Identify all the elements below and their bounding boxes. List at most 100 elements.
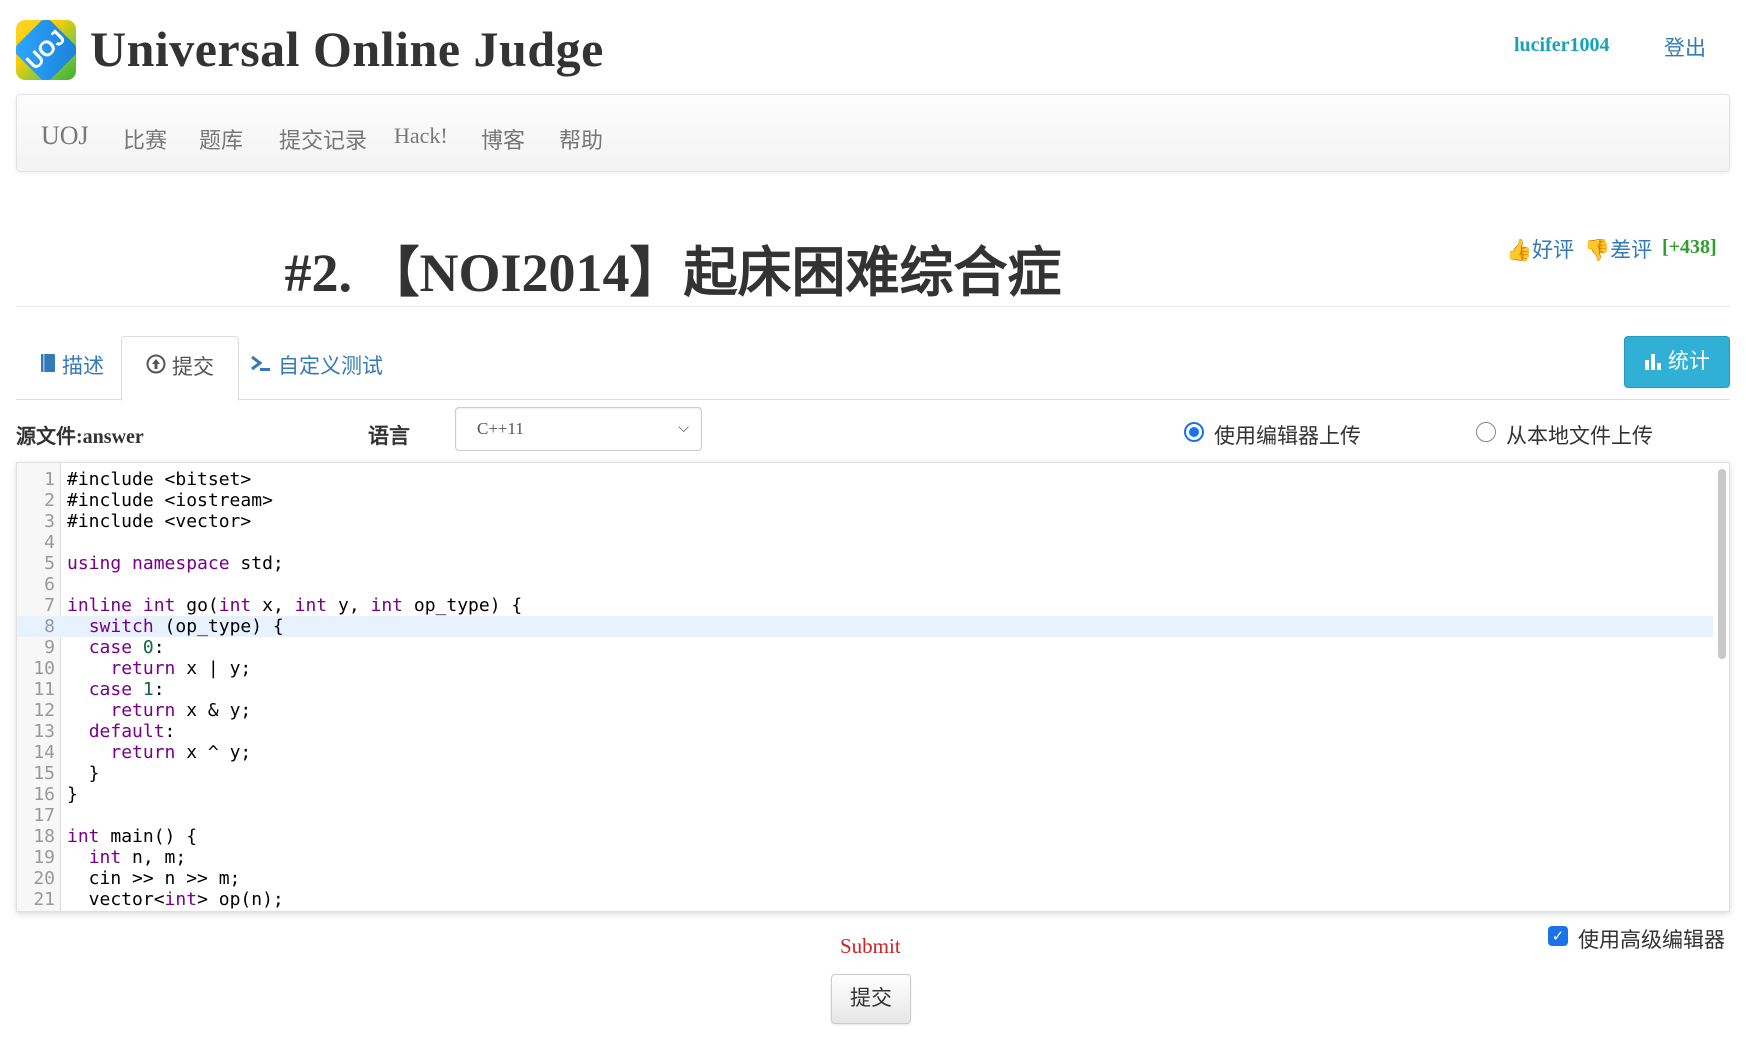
bar-chart-icon [1644,350,1668,373]
line-content[interactable]: int n, m; [67,847,187,868]
tab-submit-label: 提交 [172,356,214,379]
line-number: 17 [33,805,55,826]
line-number: 8 [44,616,55,637]
line-content[interactable]: return x ^ y; [67,742,251,763]
site-title[interactable]: Universal Online Judge [90,18,604,80]
line-content[interactable]: } [67,763,100,784]
line-content[interactable]: #include <vector> [67,511,251,532]
line-number: 3 [44,511,55,532]
line-number: 19 [33,847,55,868]
code-line[interactable]: 18 int main() { [17,826,1713,847]
line-content[interactable]: return x & y; [67,700,251,721]
line-content[interactable]: return x | y; [67,658,251,679]
downvote-button[interactable]: 👎差评 [1584,234,1652,264]
line-content[interactable]: #include <iostream> [67,490,273,511]
nav-item-submissions[interactable]: 提交记录 [279,123,367,155]
line-number: 18 [33,826,55,847]
code-line[interactable]: 16} [17,784,1713,805]
nav-item-help[interactable]: 帮助 [559,123,603,155]
line-content[interactable]: switch (op_type) { [67,616,284,637]
advanced-editor-checkbox[interactable]: ✓ [1548,926,1568,946]
line-number: 16 [33,784,55,805]
line-number: 15 [33,763,55,784]
vote-score: [+438] [1662,236,1717,258]
code-line[interactable]: 9 case 0: [17,637,1713,658]
nav-item-contests[interactable]: 比赛 [123,123,167,155]
line-content[interactable]: default: [67,721,176,742]
line-content[interactable]: int main() { [67,826,197,847]
code-line[interactable]: 19 int n, m; [17,847,1713,868]
line-content[interactable]: using namespace std; [67,553,284,574]
radio-local-file-label[interactable]: 从本地文件上传 [1506,420,1653,450]
nav-brand[interactable]: UOJ [41,121,89,151]
code-line[interactable]: 5 using namespace std; [17,553,1713,574]
line-number: 13 [33,721,55,742]
line-number: 4 [44,532,55,553]
terminal-icon [250,336,272,398]
line-number: 14 [33,742,55,763]
code-line[interactable]: 6 [17,574,1713,595]
radio-use-editor-label[interactable]: 使用编辑器上传 [1214,420,1361,450]
code-line[interactable]: 7 inline int go(int x, int y, int op_type… [17,595,1713,616]
line-number: 5 [44,553,55,574]
line-number: 12 [33,700,55,721]
code-line[interactable]: 10 return x | y; [17,658,1713,679]
advanced-editor-label[interactable]: 使用高级编辑器 [1578,924,1725,954]
line-content[interactable]: case 1: [67,679,165,700]
line-number: 20 [33,868,55,889]
submit-button[interactable]: 提交 [831,974,911,1024]
source-file-label: 源文件:answer [16,426,144,448]
logo-badge: UOJ [16,20,76,80]
code-line[interactable]: 17 [17,805,1713,826]
downvote-label: 差评 [1610,238,1653,262]
radio-local-file[interactable] [1476,422,1496,442]
editor-scrollbar[interactable] [1718,469,1726,659]
line-number: 1 [44,469,55,490]
upload-icon [146,337,166,399]
nav-item-hacks[interactable]: Hack! [394,123,448,149]
code-line[interactable]: 21 vector<int> op(n); [17,889,1713,910]
line-content[interactable]: #include <bitset> [67,469,251,490]
uoj-logo[interactable]: UOJ [16,20,76,80]
line-number: 7 [44,595,55,616]
line-number: 9 [44,637,55,658]
code-line[interactable]: 8 switch (op_type) { [17,616,1713,637]
line-number: 21 [33,889,55,910]
line-content[interactable]: inline int go(int x, int y, int op_type)… [67,595,522,616]
code-line[interactable]: 12 return x & y; [17,700,1713,721]
code-line[interactable]: 3 #include <vector> [17,511,1713,532]
code-line[interactable]: 11 case 1: [17,679,1713,700]
code-lines[interactable]: 1 #include <bitset> 2 #include <iostream> 3 #… [17,469,1713,910]
chevron-down-icon: ⌵ [678,421,689,436]
line-content[interactable]: cin >> n >> m; [67,868,241,889]
language-label: 语言 [368,424,410,448]
book-icon [40,336,56,398]
tab-description[interactable]: 描述 [16,336,128,400]
logout-link[interactable]: 登出 [1664,32,1706,62]
thumbs-up-icon: 👍 [1506,238,1533,262]
tab-description-label: 描述 [62,355,104,378]
line-content[interactable]: } [67,784,78,805]
code-line[interactable]: 1 #include <bitset> [17,469,1713,490]
line-content[interactable]: case 0: [67,637,165,658]
code-line[interactable]: 15 } [17,763,1713,784]
username-link[interactable]: lucifer1004 [1514,34,1610,57]
radio-use-editor[interactable] [1184,422,1204,442]
problem-title: #2. 【NOI2014】起床困难综合症 [284,243,1062,303]
code-line[interactable]: 4 [17,532,1713,553]
line-content[interactable]: vector<int> op(n); [67,889,284,910]
code-line[interactable]: 20 cin >> n >> m; [17,868,1713,889]
code-editor[interactable]: 1 #include <bitset> 2 #include <iostream> 3 #… [16,462,1730,912]
nav-item-blogs[interactable]: 博客 [481,123,525,155]
tab-custom-test[interactable]: 自定义测试 [226,336,407,400]
line-number: 2 [44,490,55,511]
nav-item-problems[interactable]: 题库 [199,123,243,155]
upvote-button[interactable]: 👍好评 [1506,234,1574,264]
code-line[interactable]: 2 #include <iostream> [17,490,1713,511]
stats-button[interactable]: 统计 [1624,336,1730,388]
code-line[interactable]: 13 default: [17,721,1713,742]
code-line[interactable]: 14 return x ^ y; [17,742,1713,763]
language-select[interactable]: C++11 ⌵ [455,407,702,451]
language-selected-value: C++11 [477,419,524,438]
tab-submit[interactable]: 提交 [121,336,239,401]
